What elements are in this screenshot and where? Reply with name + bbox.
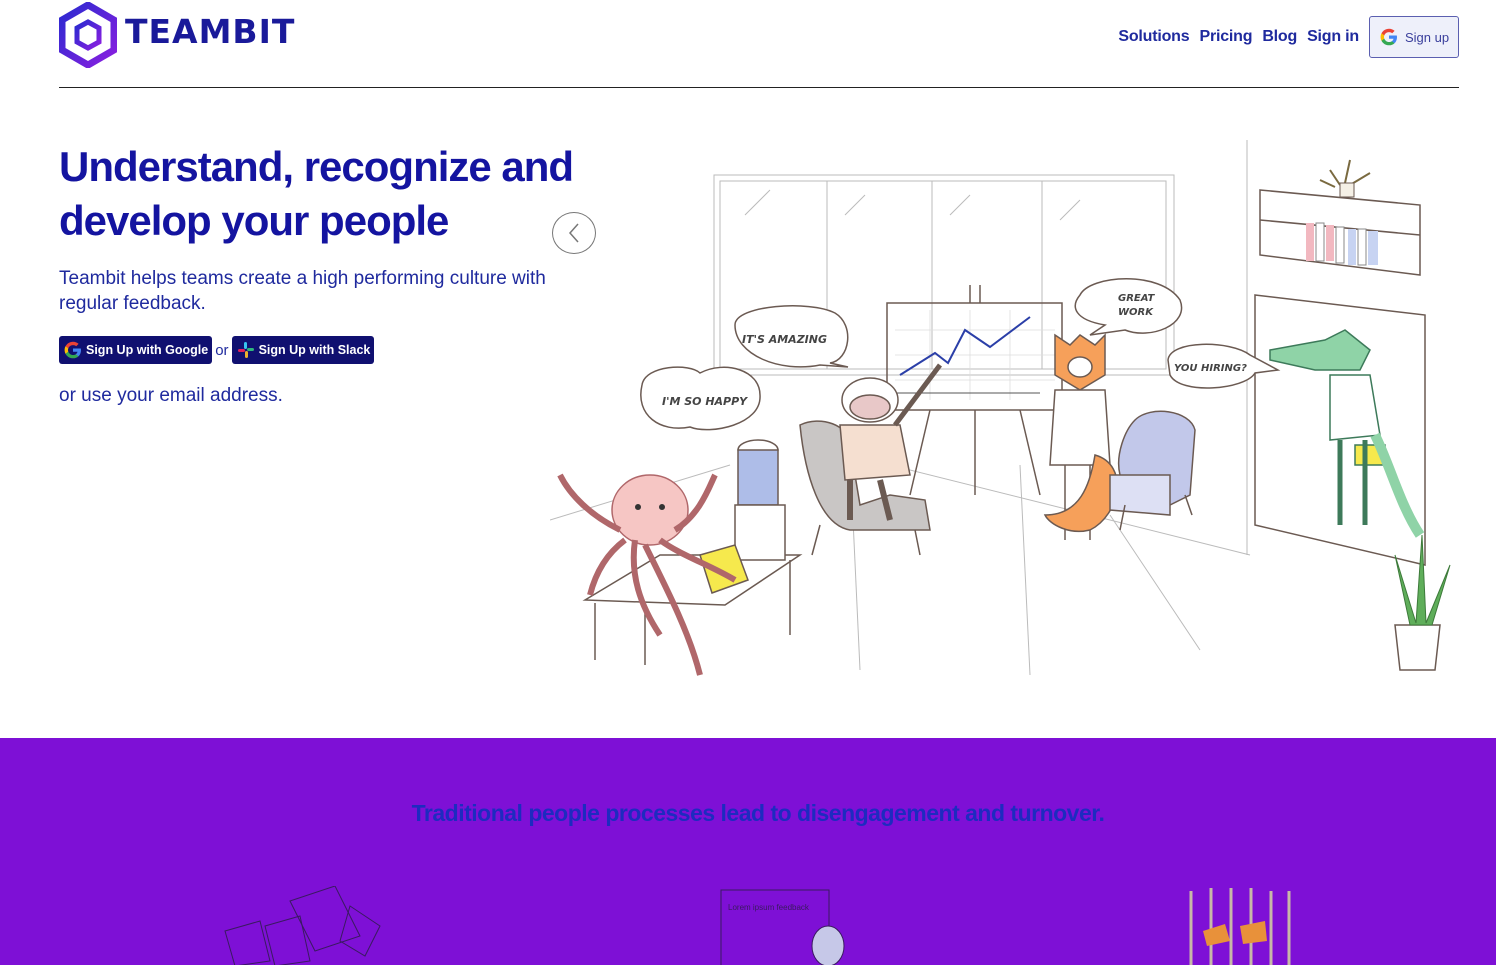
bubble-hiring: YOU HIRING?: [1174, 363, 1247, 374]
oauth-row: Sign Up with Google or Sign Up with Slac…: [59, 336, 375, 364]
nav-blog[interactable]: Blog: [1262, 28, 1297, 46]
signup-label: Sign up: [1404, 29, 1450, 45]
problem-section: Traditional people processes lead to dis…: [0, 738, 1496, 965]
cage-illustration: [1189, 888, 1291, 965]
feedback-board-illustration: Lorem ipsum feedback: [720, 889, 845, 965]
board-caption: Lorem ipsum feedback: [728, 903, 810, 912]
bubble-amazing: IT'S AMAZING: [742, 333, 827, 346]
bubble-so-happy: I'M SO HAPPY: [662, 395, 748, 408]
google-icon: [64, 341, 81, 359]
office-illustration: I'M SO HAPPY IT'S AMAZING GREAT WORK YOU…: [550, 140, 1451, 676]
site-header: TEAMBIT Solutions Pricing Blog Sign in S…: [59, 0, 1459, 88]
nav-sign-in[interactable]: Sign in: [1307, 28, 1359, 46]
logo-text: TEAMBIT: [125, 11, 296, 51]
or-text: or: [215, 341, 229, 359]
paper-forms-illustration: [224, 886, 381, 965]
teambit-logo-icon: [59, 2, 117, 68]
signup-slack-button[interactable]: Sign Up with Slack: [231, 336, 375, 364]
hero-subtitle: Teambit helps teams create a high perfor…: [59, 268, 546, 314]
hero-title: Understand, recognize and develop your p…: [59, 143, 574, 244]
google-icon: [1380, 28, 1397, 46]
email-signup-link[interactable]: or use your email address.: [59, 385, 283, 407]
bubble-great-work: GREAT: [1118, 293, 1156, 304]
signup-google-label: Sign Up with Google: [86, 343, 209, 357]
main-nav: Solutions Pricing Blog Sign in Sign up: [1118, 16, 1459, 58]
nav-pricing[interactable]: Pricing: [1199, 28, 1252, 46]
nav-solutions[interactable]: Solutions: [1118, 28, 1189, 46]
bubble-great-work-2: WORK: [1118, 307, 1154, 318]
logo[interactable]: TEAMBIT: [59, 2, 295, 68]
problem-heading: Traditional people processes lead to dis…: [411, 800, 1105, 826]
slack-icon: [237, 342, 254, 358]
signup-button[interactable]: Sign up: [1369, 16, 1459, 58]
signup-slack-label: Sign Up with Slack: [258, 343, 371, 357]
signup-google-button[interactable]: Sign Up with Google: [59, 336, 213, 364]
